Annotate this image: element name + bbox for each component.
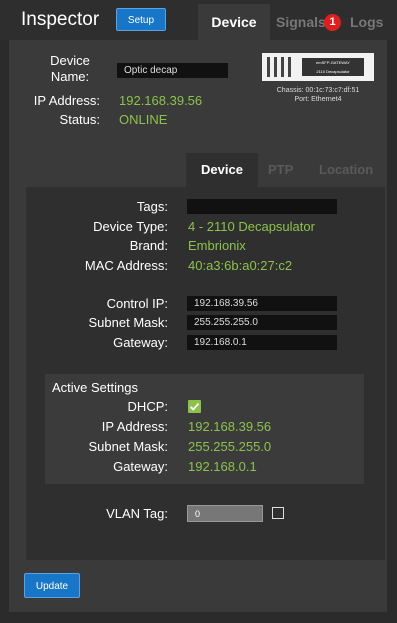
chassis-id: Chassis: 00:1c:73:c7:df:51 xyxy=(276,87,360,94)
subtab-location[interactable]: Location xyxy=(319,153,373,187)
vlan-tag-input[interactable]: 0 xyxy=(187,505,263,522)
brand-value: Embrionix xyxy=(188,238,246,253)
status-value: ONLINE xyxy=(119,112,168,127)
status-label: Status: xyxy=(59,112,100,127)
tab-logs[interactable]: Logs xyxy=(350,4,383,40)
active-settings-title: Active Settings xyxy=(52,380,138,395)
control-ip-input[interactable]: 192.168.39.56 xyxy=(187,296,337,311)
device-type-value: 4 - 2110 Decapsulator xyxy=(188,219,315,234)
top-bar: Inspector Setup Device Signals 1 Logs xyxy=(0,0,397,40)
active-gateway-value: 192.168.0.1 xyxy=(188,459,257,474)
setup-button[interactable]: Setup xyxy=(116,8,166,31)
active-gateway-label: Gateway: xyxy=(113,459,168,474)
app-title: Inspector xyxy=(21,9,100,30)
tab-device[interactable]: Device xyxy=(198,4,270,40)
chassis-info: Chassis: 00:1c:73:c7:df:51 Port: Etherne… xyxy=(258,86,378,104)
dhcp-checkbox[interactable] xyxy=(188,400,201,413)
device-type-label: Device Type: xyxy=(93,219,168,234)
device-image: emSFP-GATEWAY 2110 Decapsulator xyxy=(262,53,374,81)
active-subnet-label: Subnet Mask: xyxy=(88,439,169,454)
signals-alert-badge: 1 xyxy=(324,14,341,31)
mac-address-label: MAC Address: xyxy=(84,258,168,273)
ip-address-label: IP Address: xyxy=(33,93,100,108)
subnet-mask-label: Subnet Mask: xyxy=(88,315,169,330)
port-info: Port: Ethernet4 xyxy=(294,96,342,103)
tags-input[interactable] xyxy=(187,199,337,214)
dhcp-label: DHCP: xyxy=(127,399,168,414)
mac-address-value: 40:a3:6b:a0:27:c2 xyxy=(188,258,293,273)
tags-label: Tags: xyxy=(136,199,168,214)
gateway-label: Gateway: xyxy=(113,335,168,350)
ip-address-value: 192.168.39.56 xyxy=(119,93,203,108)
device-name-label: Device Name: xyxy=(50,53,90,84)
device-name-input[interactable]: Optic decap xyxy=(117,63,228,78)
subnet-mask-input[interactable]: 255.255.255.0 xyxy=(187,315,337,330)
brand-label: Brand: xyxy=(129,238,168,253)
inspector-window: Inspector Setup Device Signals 1 Logs De… xyxy=(0,0,397,623)
active-subnet-value: 255.255.255.0 xyxy=(188,439,272,454)
active-ip-label: IP Address: xyxy=(101,419,168,434)
vlan-tag-label: VLAN Tag: xyxy=(106,506,168,521)
checkmark-icon xyxy=(189,402,200,411)
gateway-input[interactable]: 192.168.0.1 xyxy=(187,335,337,350)
control-ip-label: Control IP: xyxy=(106,296,168,311)
subtab-device[interactable]: Device xyxy=(186,153,258,187)
device-image-label: emSFP-GATEWAY 2110 Decapsulator xyxy=(302,58,364,76)
active-ip-value: 192.168.39.56 xyxy=(188,419,272,434)
tab-signals[interactable]: Signals xyxy=(276,4,326,40)
subtab-ptp[interactable]: PTP xyxy=(268,153,293,187)
update-button[interactable]: Update xyxy=(24,573,80,598)
vlan-enable-checkbox[interactable] xyxy=(272,507,284,519)
